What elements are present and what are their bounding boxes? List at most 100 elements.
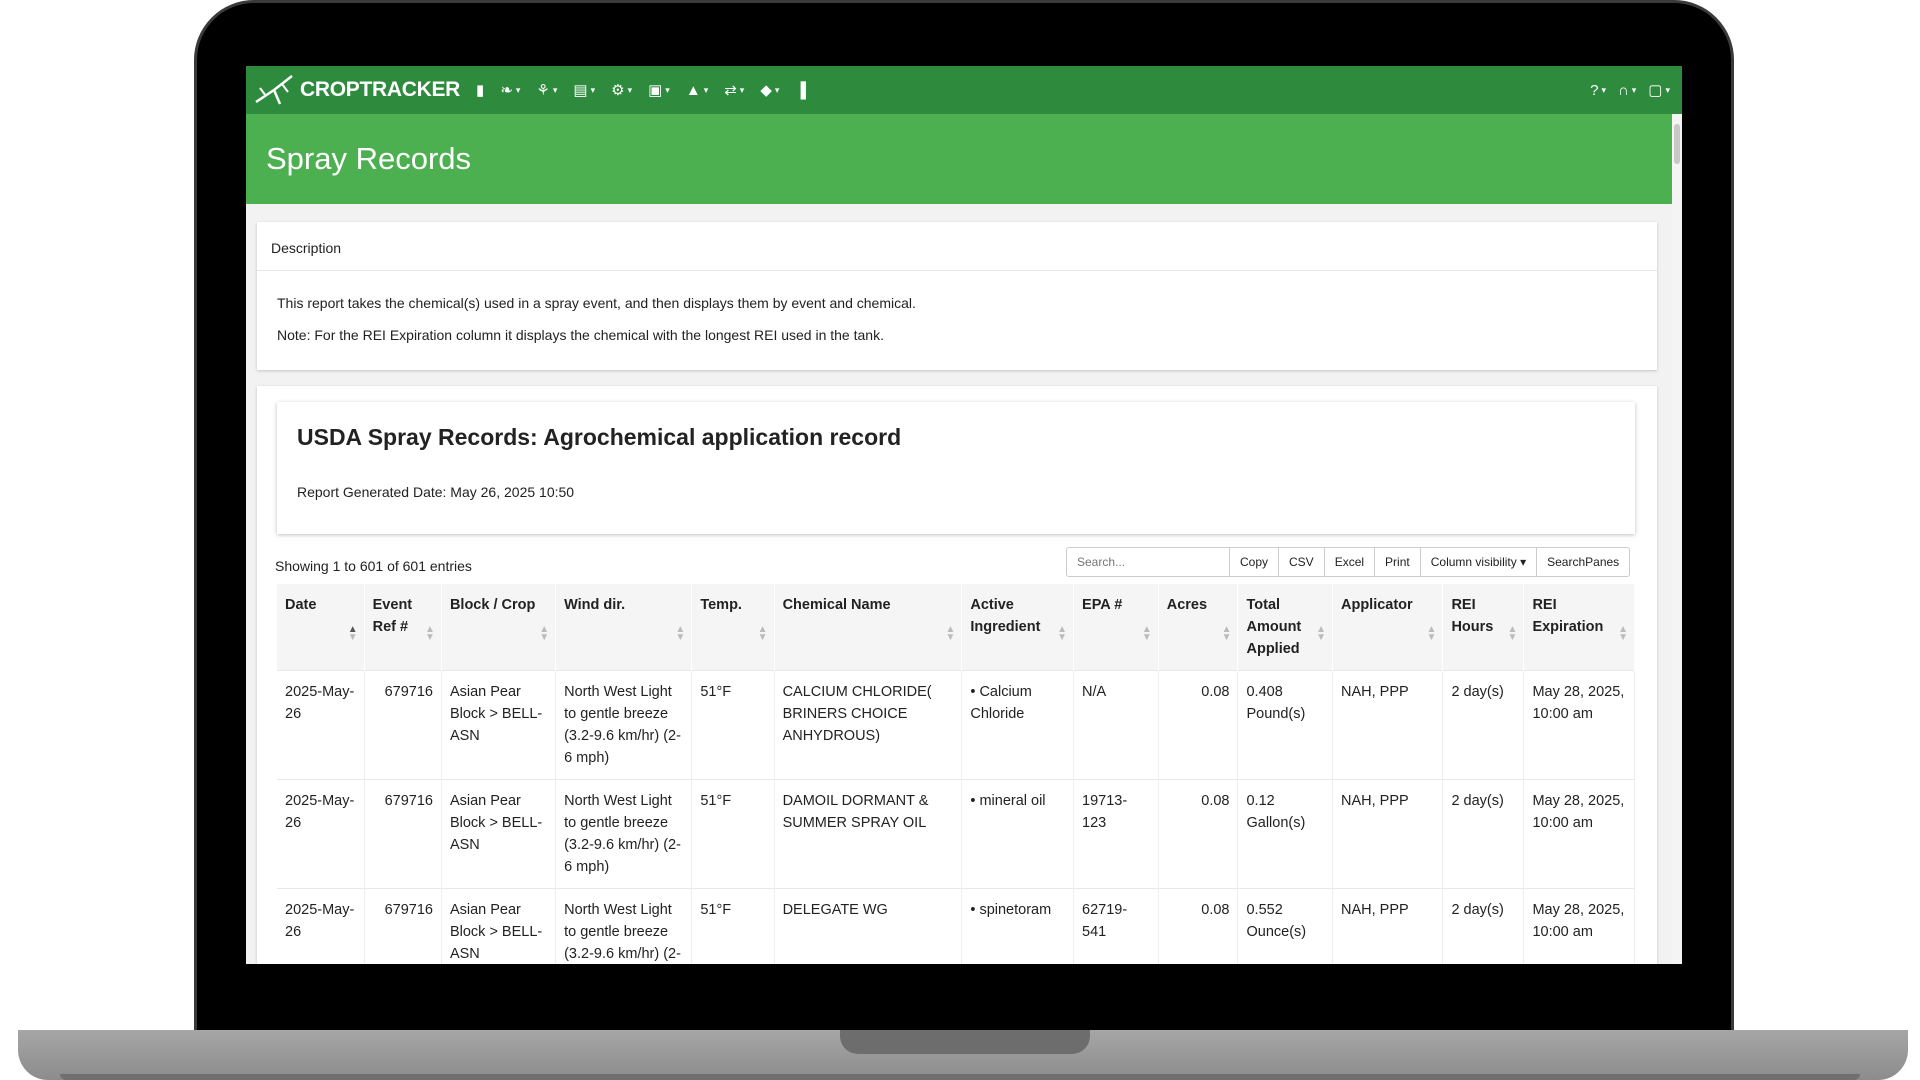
nav-map-marker-menu[interactable]: ◆ ▾ [754,66,785,114]
description-line-1: This report takes the chemical(s) used i… [277,295,916,311]
report-title: USDA Spray Records: Agrochemical applica… [297,424,902,450]
column-header[interactable]: Temp. ▲ ▼ [691,584,775,671]
column-header-label: Event Ref # [372,597,413,635]
nav-headset-menu[interactable]: ∩ ▾ [1612,66,1642,114]
search-input[interactable] [1066,547,1230,577]
table-cell: 62719-541 [1073,888,1159,964]
table-cell: 0.08 [1158,670,1239,780]
page-title: Spray Records [266,141,472,176]
csv-button[interactable]: CSV [1279,547,1325,577]
nav-bookmark-menu[interactable]: ▮ [470,66,490,114]
column-header[interactable]: Active Ingredient ▲ ▼ [961,584,1075,671]
table-cell: 2025-May-26 [277,888,365,964]
nav-truck-menu[interactable]: ▣ ▾ [642,66,676,114]
nav-bar-chart-menu[interactable]: ▐ [789,66,812,114]
sort-icon: ▲ ▼ [1057,624,1068,643]
nav-menu: ▮ ❧ ▾ ⚘ ▾ ▤ ▾ ⚙ ▾ ▣ ▾ ▲ ▾ ⇄ ▾ ◆ ▾ ▐ [470,66,812,114]
table-row[interactable]: 2025-May-26 679716 Asian Pear Block > BELL… [277,779,1635,889]
report-generated-date: Report Generated Date: May 26, 2025 10:5… [297,484,575,500]
nav-gear-menu[interactable]: ⚙ ▾ [605,66,638,114]
column-header[interactable]: Wind dir. ▲ ▼ [555,584,693,671]
column-header[interactable]: Block / Crop ▲ ▼ [441,584,557,671]
table-cell: North West Light to gentle breeze (3.2-9… [555,888,693,964]
caret-down-icon: ▾ [515,84,521,95]
laptop-base-shadow [60,1074,1860,1080]
column-header[interactable]: Chemical Name ▲ ▼ [774,584,963,671]
column-visibility-button[interactable]: Column visibility ▾ [1420,547,1538,577]
column-header-label: EPA # [1082,597,1123,613]
nav-help-menu[interactable]: ? ▾ [1584,66,1612,114]
column-header[interactable]: Acres ▲ ▼ [1158,584,1239,671]
nav-building-menu[interactable]: ▢ ▾ [1642,66,1676,114]
nav-book-menu[interactable]: ▤ ▾ [567,66,601,114]
searchpanes-button[interactable]: SearchPanes [1537,547,1631,577]
column-header[interactable]: EPA # ▲ ▼ [1073,584,1159,671]
user-icon: ▲ [685,81,701,99]
print-button[interactable]: Print [1375,547,1421,577]
nav-exchange-menu[interactable]: ⇄ ▾ [718,66,750,114]
sort-icon: ▲ ▼ [1507,624,1518,643]
leaf-icon: ❧ [500,82,513,99]
column-header[interactable]: REI Expiration ▲ ▼ [1523,584,1635,671]
description-panel: Description This report takes the chemic… [257,222,1657,370]
bar-chart-icon: ▐ [795,81,807,99]
description-body: This report takes the chemical(s) used i… [257,271,1657,367]
table-cell: 2 day(s) [1442,888,1525,964]
report-panel: USDA Spray Records: Agrochemical applica… [257,386,1657,964]
table-cell: 2025-May-26 [277,670,365,780]
column-header[interactable]: Total Amount Applied ▲ ▼ [1237,584,1333,671]
sort-icon: ▲ ▼ [539,624,550,643]
table-cell: NAH, PPP [1332,670,1444,780]
table-cell: 0.08 [1158,779,1239,889]
table-cell: DAMOIL DORMANT & SUMMER SPRAY OIL [774,779,963,889]
column-header-label: Chemical Name [782,597,891,613]
table-cell: North West Light to gentle breeze (3.2-9… [555,779,693,889]
scrollbar-thumb[interactable] [1674,124,1680,164]
column-header[interactable]: Event Ref # ▲ ▼ [364,584,442,671]
scrollbar[interactable] [1672,114,1682,964]
caret-down-icon: ▾ [703,84,709,95]
table-row[interactable]: 2025-May-26 679716 Asian Pear Block > BELL… [277,888,1635,964]
table-cell: 51°F [691,888,775,964]
table-row[interactable]: 2025-May-26 679716 Asian Pear Block > BELL… [277,670,1635,780]
table-cell: May 28, 2025, 10:00 am [1523,670,1635,780]
column-header[interactable]: Applicator ▲ ▼ [1332,584,1444,671]
table-cell: 679716 [364,888,442,964]
copy-button[interactable]: Copy [1230,547,1280,577]
table-cell: 0.408 Pound(s) [1237,670,1333,780]
table-cell: 2025-May-26 [277,779,365,889]
column-header[interactable]: REI Hours ▲ ▼ [1442,584,1525,671]
table-cell: 0.552 Ounce(s) [1237,888,1333,964]
screen: CROPTRACKER ▮ ❧ ▾ ⚘ ▾ ▤ ▾ ⚙ ▾ ▣ ▾ ▲ ▾ ⇄ ▾ ◆ ▾ ▐ ? ▾ ∩ ▾ ▢ ▾ Sp… [246,66,1682,964]
column-header-label: Active Ingredient [970,597,1041,635]
table-cell: 679716 [364,670,442,780]
nav-leaf-menu[interactable]: ❧ ▾ [494,66,526,114]
brand[interactable]: CROPTRACKER [252,70,460,110]
description-line-2: Note: For the REI Expiration column it d… [277,327,884,343]
headset-icon: ∩ [1617,81,1629,99]
caret-down-icon: ▾ [1601,84,1606,95]
harvest-basket-icon: ⚘ [536,82,550,99]
table-cell: Asian Pear Block > BELL-ASN [441,779,557,889]
excel-button[interactable]: Excel [1324,547,1376,577]
nav-user-menu[interactable]: ▲ ▾ [680,66,714,114]
table-cell: DELEGATE WG [774,888,963,964]
table-cell: 679716 [364,779,442,889]
table-cell: 2 day(s) [1442,670,1525,780]
caret-down-icon: ▾ [1631,84,1637,95]
sort-icon: ▲ ▼ [945,624,956,643]
caret-down-icon: ▾ [774,84,780,95]
table-toolbar: Copy CSV Excel Print Column visibility ▾… [1066,547,1631,577]
caret-down-icon: ▾ [627,84,633,95]
caret-down-icon: ▾ [739,84,745,95]
sort-icon: ▲ ▼ [1141,624,1152,643]
caret-down-icon: ▾ [552,84,558,95]
sort-icon: ▲ ▼ [1221,624,1232,643]
sort-icon: ▲ ▼ [1426,624,1437,643]
column-header-label: Total Amount Applied [1246,597,1302,657]
table-cell: Asian Pear Block > BELL-ASN [441,888,557,964]
column-header[interactable]: Date ▲ ▼ [277,584,365,671]
table-cell: May 28, 2025, 10:00 am [1523,779,1635,889]
nav-harvest-basket-menu[interactable]: ⚘ ▾ [530,66,563,114]
column-header-label: Applicator [1340,597,1413,613]
